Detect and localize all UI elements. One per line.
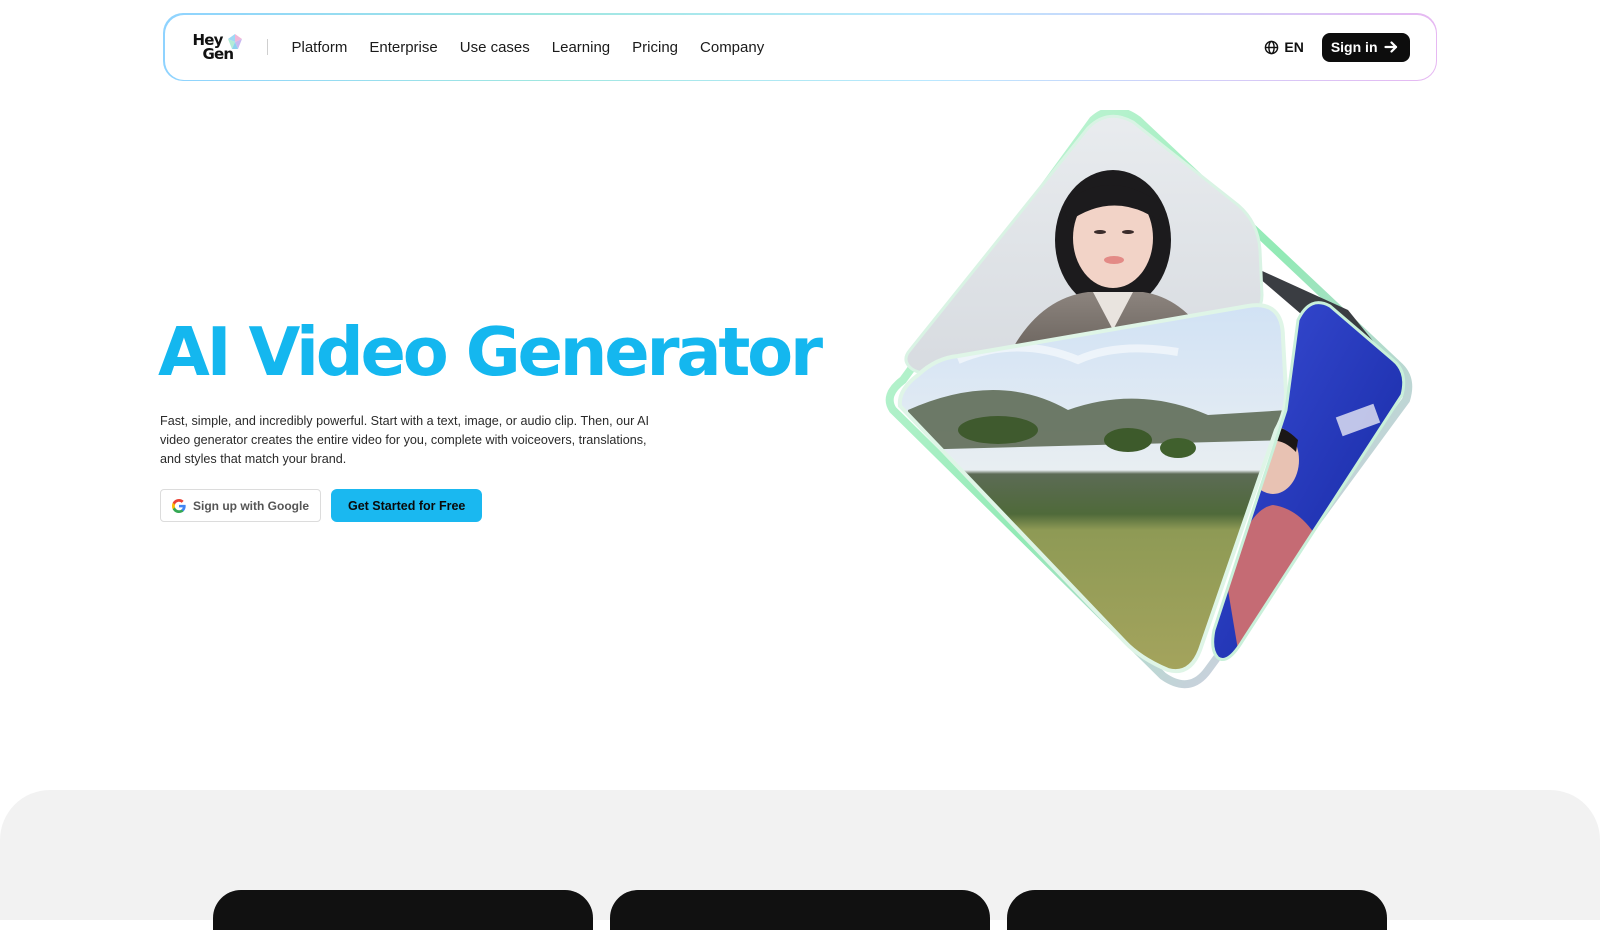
globe-icon [1265,40,1279,54]
hero-description: Fast, simple, and incredibly powerful. S… [160,414,650,466]
language-selector[interactable]: EN [1264,39,1304,55]
get-started-label: Get Started for Free [348,498,466,513]
heygen-logo[interactable]: Hey Gen [193,29,247,65]
feature-card[interactable] [610,890,990,930]
arrow-right-icon [1383,41,1397,53]
nav-link-learning[interactable]: Learning [552,39,610,56]
google-signup-label: Sign up with Google [193,498,309,513]
cta-row: Sign up with Google Get Started for Free [160,489,483,522]
sign-in-button[interactable]: Sign in [1321,32,1410,62]
google-signup-button[interactable]: Sign up with Google [160,489,321,522]
nav-divider [266,39,268,55]
nav-links: Platform Enterprise Use cases Learning P… [292,39,765,56]
nav-link-platform[interactable]: Platform [292,39,348,56]
nav-link-company[interactable]: Company [700,39,764,56]
nav-link-enterprise[interactable]: Enterprise [369,39,437,56]
feature-card[interactable] [213,890,593,930]
language-label: EN [1284,39,1304,55]
feature-card[interactable] [1007,890,1387,930]
nav-link-use-cases[interactable]: Use cases [460,39,530,56]
nav-link-pricing[interactable]: Pricing [632,39,678,56]
features-section [0,790,1600,930]
get-started-button[interactable]: Get Started for Free [331,489,483,522]
hero-octahedron-visual [885,110,1413,689]
hero-title: AI Video Generator [158,313,823,391]
heygen-logo-icon [227,34,242,49]
navbar: Hey Gen Platform Enterprise Use cases Le… [164,14,1436,80]
navbar-frame: Hey Gen Platform Enterprise Use cases Le… [163,13,1437,81]
nav-right: EN Sign in [1264,32,1410,62]
google-g-icon [172,498,186,513]
sign-in-label: Sign in [1330,39,1378,55]
